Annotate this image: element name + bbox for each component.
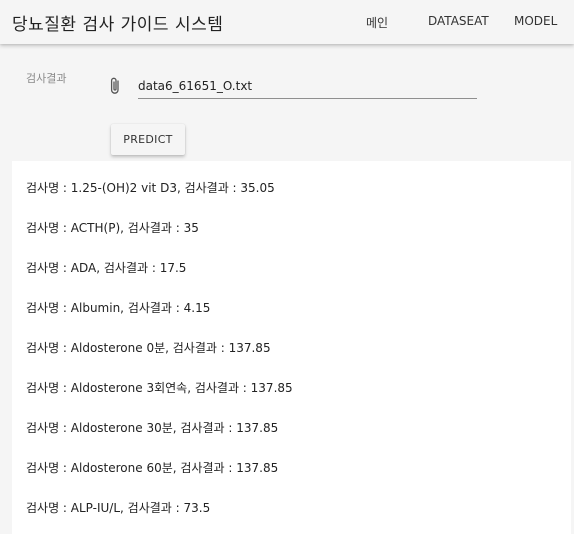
result-item: 검사명 : ADA, 검사결과 : 17.5 — [26, 261, 187, 275]
predict-button[interactable]: PREDICT — [111, 124, 185, 155]
results-panel: 검사명 : 1.25-(OH)2 vit D3, 검사결과 : 35.05 검사… — [12, 161, 571, 534]
result-item: 검사명 : 1.25-(OH)2 vit D3, 검사결과 : 35.05 — [26, 181, 275, 195]
result-item: 검사명 : ACTH(P), 검사결과 : 35 — [26, 221, 199, 235]
result-item: 검사명 : Aldosterone 0분, 검사결과 : 137.85 — [26, 341, 271, 355]
nav-dataseat[interactable]: DATASEAT — [428, 14, 489, 28]
result-item: 검사명 : ALP-IU/L, 검사결과 : 73.5 — [26, 501, 211, 515]
result-item: 검사명 : Aldosterone 60분, 검사결과 : 137.85 — [26, 461, 279, 475]
result-item: 검사명 : Aldosterone 30분, 검사결과 : 137.85 — [26, 421, 279, 435]
file-input[interactable]: data6_61651_O.txt — [138, 77, 477, 99]
app-bar: 당뇨질환 검사 가이드 시스템 메인 DATASEAT MODEL — [0, 0, 574, 44]
nav-main[interactable]: 메인 — [366, 14, 388, 31]
app-title: 당뇨질환 검사 가이드 시스템 — [12, 15, 224, 35]
paperclip-icon[interactable] — [107, 76, 123, 96]
nav-model[interactable]: MODEL — [514, 14, 557, 28]
result-item: 검사명 : Aldosterone 3회연속, 검사결과 : 137.85 — [26, 381, 293, 395]
file-input-label: 검사결과 — [26, 72, 67, 85]
result-item: 검사명 : Albumin, 검사결과 : 4.15 — [26, 301, 211, 315]
